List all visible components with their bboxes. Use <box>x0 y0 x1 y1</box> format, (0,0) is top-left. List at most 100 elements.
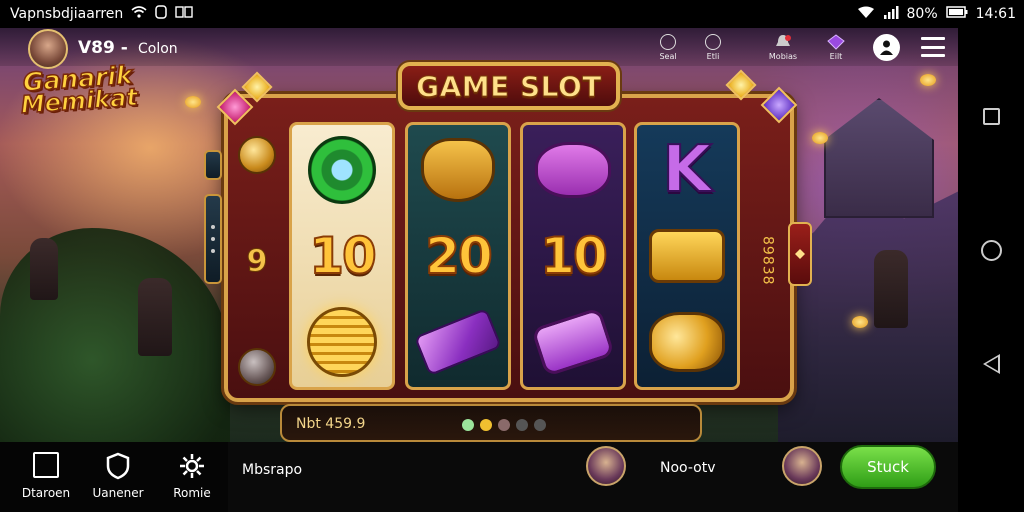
signal-icon <box>883 5 899 23</box>
right-payline-column: 89838 <box>742 136 792 386</box>
diamond-icon <box>795 249 805 259</box>
reel-symbol <box>644 303 730 381</box>
top-icon-seal[interactable]: Seal <box>645 34 691 61</box>
purse-icon <box>531 307 615 377</box>
gold-pile-icon <box>649 312 725 372</box>
dual-sim-icon <box>175 6 193 22</box>
nav-item-uanener[interactable]: Uanener <box>86 452 150 500</box>
side-tab-left-top[interactable] <box>204 150 222 180</box>
purple-bar-icon <box>413 307 503 377</box>
ring-icon <box>308 136 376 204</box>
reel-3[interactable]: 10 <box>520 122 626 390</box>
top-icon-etli[interactable]: Etli <box>690 34 736 61</box>
bottom-center-label: Noo-otv <box>660 460 716 476</box>
gem-icon <box>827 34 845 50</box>
wifi-icon <box>131 6 147 22</box>
villager-figure <box>138 278 172 356</box>
back-button[interactable] <box>983 354 1000 374</box>
reel-symbol: 10 <box>530 217 616 295</box>
status-time: 14:61 <box>975 6 1016 22</box>
reel-symbol <box>413 303 503 381</box>
nav-label: Dtaroen <box>21 486 71 500</box>
reel-2[interactable]: 20 <box>405 122 511 390</box>
notification-icon <box>155 5 168 23</box>
reel-symbol: K <box>644 131 730 209</box>
idol-icon <box>238 348 276 386</box>
side-tab-right[interactable] <box>788 222 812 286</box>
circle-icon <box>705 34 721 50</box>
symbol-number: 20 <box>424 226 494 286</box>
wallet-icon <box>649 229 725 283</box>
avatar[interactable] <box>782 446 822 486</box>
top-icon-mobias[interactable]: Mobias <box>760 34 806 61</box>
left-number: 9 <box>246 243 268 279</box>
menu-line <box>921 37 945 40</box>
nav-label: Uanener <box>92 486 144 500</box>
bet-bar: Nbt 459.9 <box>280 404 702 442</box>
symbol-letter: K <box>661 132 713 208</box>
reel-symbol <box>415 131 501 209</box>
home-button[interactable] <box>981 240 1002 261</box>
bet-amount: Nbt 459.9 <box>296 416 366 432</box>
top-icon-label: Etli <box>706 52 720 61</box>
villager-figure <box>874 250 908 328</box>
lantern-icon <box>185 96 201 108</box>
circle-icon <box>660 34 676 50</box>
battery-icon <box>945 6 968 22</box>
reel-symbol: 20 <box>415 217 501 295</box>
top-icon-label: Mobias <box>768 52 798 61</box>
page-indicator <box>462 419 546 431</box>
player-name: Colon <box>138 41 178 57</box>
statue-figure <box>30 238 58 300</box>
system-nav-bar <box>958 28 1024 512</box>
game-title-plate: GAME SLOT <box>398 62 620 110</box>
reel-symbol: 10 <box>299 217 385 295</box>
page-dot[interactable] <box>516 419 528 431</box>
action-button[interactable]: Stuck <box>840 445 936 489</box>
battery-percent: 80% <box>906 6 938 22</box>
avatar[interactable] <box>586 446 626 486</box>
bell-icon <box>776 35 791 46</box>
reel-1[interactable]: 10 <box>289 122 395 390</box>
reel-symbol <box>644 217 730 295</box>
avatar[interactable] <box>28 29 68 69</box>
symbol-number: 10 <box>308 226 378 286</box>
reel-symbol <box>299 303 385 381</box>
bottom-message: Mbsrapo <box>242 462 303 478</box>
game-logo: Ganarik Memikat <box>12 60 146 135</box>
page-dot[interactable] <box>462 419 474 431</box>
village-house <box>824 98 934 218</box>
menu-line <box>921 54 945 57</box>
symbol-number: 10 <box>539 226 609 286</box>
coin-icon <box>238 136 276 174</box>
reel-symbol <box>530 303 616 381</box>
page-title: GAME SLOT <box>416 69 602 103</box>
mask-icon <box>421 138 495 202</box>
left-payline-column: 9 <box>232 136 282 386</box>
nav-item-dtaroen[interactable]: Dtaroen <box>14 452 78 500</box>
user-profile-button[interactable] <box>873 34 900 61</box>
page-dot[interactable] <box>534 419 546 431</box>
recents-button[interactable] <box>983 108 1000 125</box>
page-dot[interactable] <box>480 419 492 431</box>
right-number-stack: 89838 <box>759 236 776 286</box>
top-icon-eilt[interactable]: Eilt <box>813 34 859 61</box>
wifi-icon <box>857 6 875 23</box>
top-icon-label: Eilt <box>829 52 843 61</box>
menu-line <box>921 45 945 49</box>
reel-symbol <box>299 131 385 209</box>
status-bar: Vapnsbdjiaarren 80% 14:61 <box>0 0 1024 28</box>
door-icon <box>33 452 59 478</box>
pig-icon <box>535 142 611 198</box>
lantern-icon <box>812 132 828 144</box>
page-dot[interactable] <box>498 419 510 431</box>
user-icon <box>880 40 893 55</box>
reel-4[interactable]: K <box>634 122 740 390</box>
nav-item-romie[interactable]: Romie <box>160 452 224 500</box>
side-tab-left[interactable] <box>204 194 222 284</box>
shield-icon <box>106 452 130 480</box>
lantern-icon <box>852 316 868 328</box>
menu-button[interactable] <box>921 37 945 57</box>
coins-icon <box>307 307 377 377</box>
top-icon-label: Seal <box>659 52 677 61</box>
